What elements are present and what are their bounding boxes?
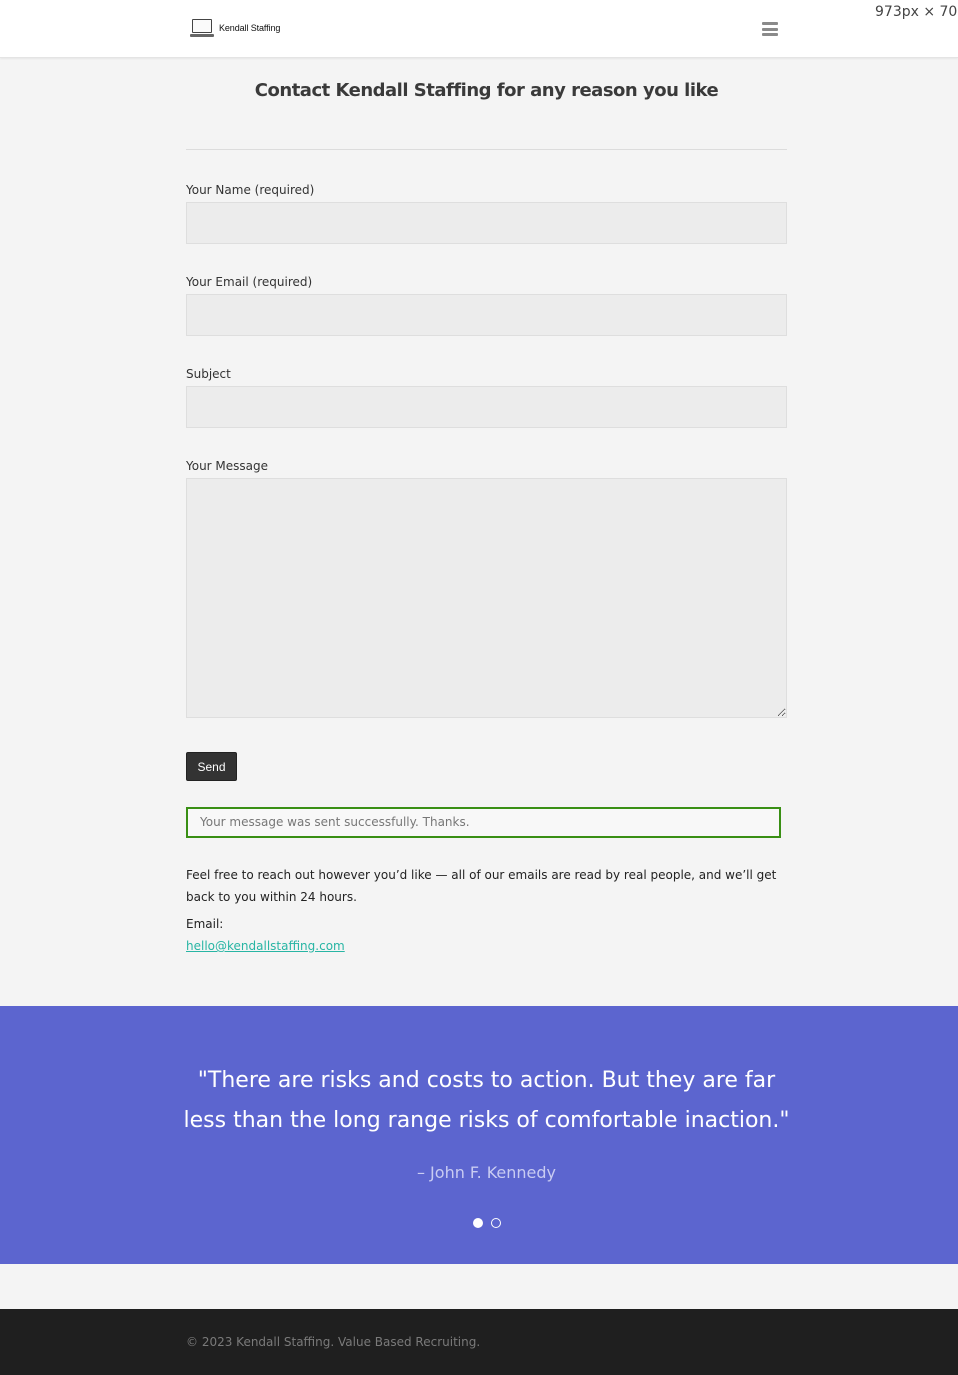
send-button[interactable]: Send xyxy=(186,752,237,781)
email-link[interactable]: hello@kendallstaffing.com xyxy=(186,936,345,956)
name-field-label: Your Name (required) xyxy=(186,183,315,197)
email-label: Email: xyxy=(186,917,224,931)
subject-field[interactable] xyxy=(186,386,787,428)
email-field-label: Your Email (required) xyxy=(186,275,313,289)
footer-copyright: © 2023 Kendall Staffing. Value Based Rec… xyxy=(186,1335,481,1349)
page-title: Contact Kendall Staffing for any reason … xyxy=(254,80,719,101)
email-field[interactable] xyxy=(186,294,787,336)
site-header: Kendall Staffing xyxy=(0,0,958,58)
hamburger-menu-icon[interactable] xyxy=(762,22,778,36)
name-field[interactable] xyxy=(186,202,787,244)
success-message-box: Your message was sent successfully. Than… xyxy=(186,807,781,838)
viewport-size-readout: 973px × 706p xyxy=(875,4,958,20)
logo-text: Kendall Staffing xyxy=(219,23,281,33)
quote-author: – John F. Kennedy xyxy=(416,1163,557,1182)
message-field-label: Your Message xyxy=(186,459,269,473)
contact-intro-text: Feel free to reach out however you’d lik… xyxy=(186,868,777,904)
slider-pagination xyxy=(473,1218,501,1228)
subject-field-label: Subject xyxy=(186,367,231,381)
title-divider xyxy=(186,149,787,150)
slider-dot-1[interactable] xyxy=(473,1218,483,1228)
message-field[interactable] xyxy=(186,478,787,718)
quote-text: "There are risks and costs to action. Bu… xyxy=(183,1068,790,1133)
success-message: Your message was sent successfully. Than… xyxy=(200,815,470,829)
laptop-icon xyxy=(190,19,214,37)
slider-dot-2[interactable] xyxy=(491,1218,501,1228)
site-footer: © 2023 Kendall Staffing. Value Based Rec… xyxy=(0,1309,958,1375)
site-logo[interactable]: Kendall Staffing xyxy=(190,19,280,37)
quote-section: "There are risks and costs to action. Bu… xyxy=(0,1006,958,1264)
